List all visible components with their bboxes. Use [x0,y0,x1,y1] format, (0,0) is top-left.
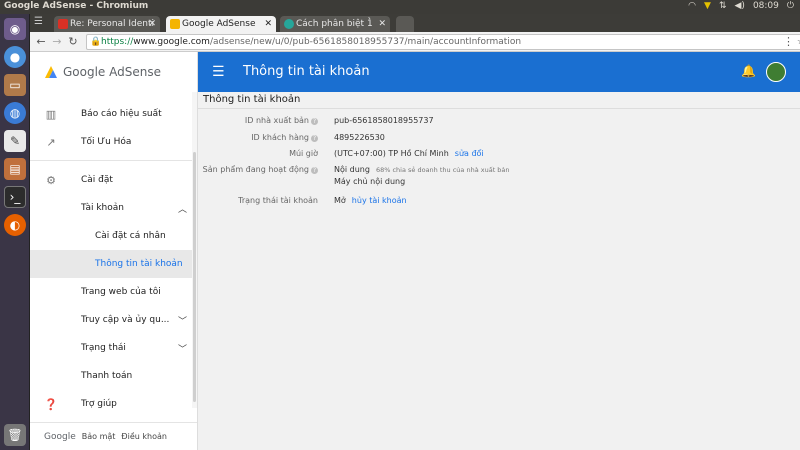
help-tooltip-icon[interactable]: ? [311,167,318,174]
close-icon[interactable]: ✕ [148,16,156,32]
software-icon[interactable]: ▤ [4,158,26,180]
new-tab-button[interactable] [396,16,414,32]
help-tooltip-icon[interactable]: ? [311,135,318,142]
sidebar-divider [30,160,192,161]
adsense-logo[interactable]: Google AdSense [44,64,161,80]
hamburger-menu-icon[interactable]: ☰ [212,64,225,80]
sidebar-item-account-information[interactable]: Thông tin tài khoản [30,250,197,278]
browser-toolbar: ← → ↻ 🔒 https://www.google.com/adsense/n… [30,32,800,52]
sidebar: Google AdSense ▥ Báo cáo hiệu suất ↗ Tối… [30,52,198,450]
gmail-icon [58,19,68,29]
browser-menu-icon[interactable]: ☰ [34,16,43,27]
sidebar-item-help[interactable]: ❓ Trợ giúp [30,390,197,418]
wifi-icon[interactable]: ◠ [688,1,696,11]
top-app-bar: ☰ Thông tin tài khoản 🔔 [198,52,800,92]
trending-up-icon: ↗ [46,135,56,149]
more-menu-icon[interactable]: ⋮ [783,35,794,48]
page-title: Thông tin tài khoản [203,94,301,105]
help-tooltip-icon[interactable]: ? [311,118,318,125]
sidebar-item-optimization[interactable]: ↗ Tối Ưu Hóa [30,128,197,156]
close-icon[interactable]: ✕ [378,16,386,32]
google-footer-logo: Google [44,431,76,442]
power-icon[interactable]: ⏻ [787,1,794,11]
trash-icon[interactable]: 🗑 [4,424,26,446]
close-icon[interactable]: ✕ [264,16,272,32]
lock-icon: 🔒 [90,37,102,47]
sidebar-scrollbar-thumb[interactable] [193,152,196,402]
tab-article[interactable]: Cách phân biệt 1̀ ✕ [280,16,390,32]
system-tray: ◠ ▼ ⇅ ◀) 08:09 ⏻ [688,1,794,11]
terminal-icon[interactable]: ›_ [4,186,26,208]
volume-icon[interactable]: ◀) [735,1,745,11]
forward-icon[interactable]: → [50,35,64,49]
text-editor-icon[interactable]: ✎ [4,130,26,152]
cancel-account-link[interactable]: hủy tài khoản [352,196,407,205]
sidebar-item-settings[interactable]: ⚙ Cài đặt [30,166,197,194]
adsense-icon [170,19,180,29]
terms-link[interactable]: Điều khoản [121,432,167,441]
sort-icon[interactable]: ⇅ [719,1,727,11]
clock[interactable]: 08:09 [753,1,779,11]
firefox-icon[interactable]: ◐ [4,214,26,236]
tab-adsense[interactable]: Google AdSense ✕ [166,16,276,32]
address-bar[interactable]: 🔒 https://www.google.com/adsense/new/u/0… [86,34,800,50]
notifications-bell-icon[interactable]: 🔔 [741,64,756,78]
sidebar-item-account[interactable]: Tài khoản ︿ [30,194,197,222]
privacy-link[interactable]: Bảo mật [82,432,116,441]
app-launcher: ◉ ● ▭ ◍ ✎ ▤ ›_ ◐ 🗑 [0,14,30,450]
tab-gmail[interactable]: Re: Personal Identi ✕ [54,16,160,32]
window-title: Google AdSense - Chromium [4,1,149,11]
main-content: Thông tin tài khoản ID nhà xuất bản? pub… [198,92,800,450]
adsense-app: Google AdSense ▥ Báo cáo hiệu suất ↗ Tối… [30,52,800,450]
avatar[interactable] [766,62,786,82]
sidebar-item-payments[interactable]: Thanh toán [30,362,197,390]
ubuntu-dash-icon[interactable]: ◉ [4,18,26,40]
sidebar-footer: Google Bảo mật Điều khoản [30,422,197,450]
sidebar-item-my-sites[interactable]: Trang web của tôi [30,278,197,306]
system-top-bar: Google AdSense - Chromium ◠ ▼ ⇅ ◀) 08:09… [0,0,800,14]
edit-timezone-link[interactable]: sửa đổi [455,149,484,158]
chevron-down-icon: ﹀ [177,344,187,355]
chevron-up-icon: ︿ [177,204,187,215]
sidebar-item-performance[interactable]: ▥ Báo cáo hiệu suất [30,100,197,128]
bar-chart-icon: ▥ [45,107,57,121]
page-header-title: Thông tin tài khoản [243,64,370,79]
files-icon[interactable]: ▭ [4,74,26,96]
site-icon [284,19,294,29]
help-icon: ❓ [44,397,58,411]
chevron-down-icon: ﹀ [177,316,187,327]
sidebar-item-access-authorization[interactable]: Truy cập và ủy qu... ﹀ [30,306,197,334]
title-divider [198,108,800,109]
back-icon[interactable]: ← [34,35,48,49]
reload-icon[interactable]: ↻ [66,35,80,49]
browser-tab-strip: ☰ Re: Personal Identi ✕ Google AdSense ✕… [30,14,800,32]
network-icon[interactable]: ▼ [704,1,711,11]
adsense-logo-icon [45,66,57,78]
gear-icon: ⚙ [46,173,56,187]
browser-icon[interactable]: ◍ [4,102,26,124]
sidebar-item-personal-settings[interactable]: Cài đặt cá nhân [30,222,197,250]
sidebar-item-status[interactable]: Trạng thái ﹀ [30,334,197,362]
chromium-icon[interactable]: ● [4,46,26,68]
